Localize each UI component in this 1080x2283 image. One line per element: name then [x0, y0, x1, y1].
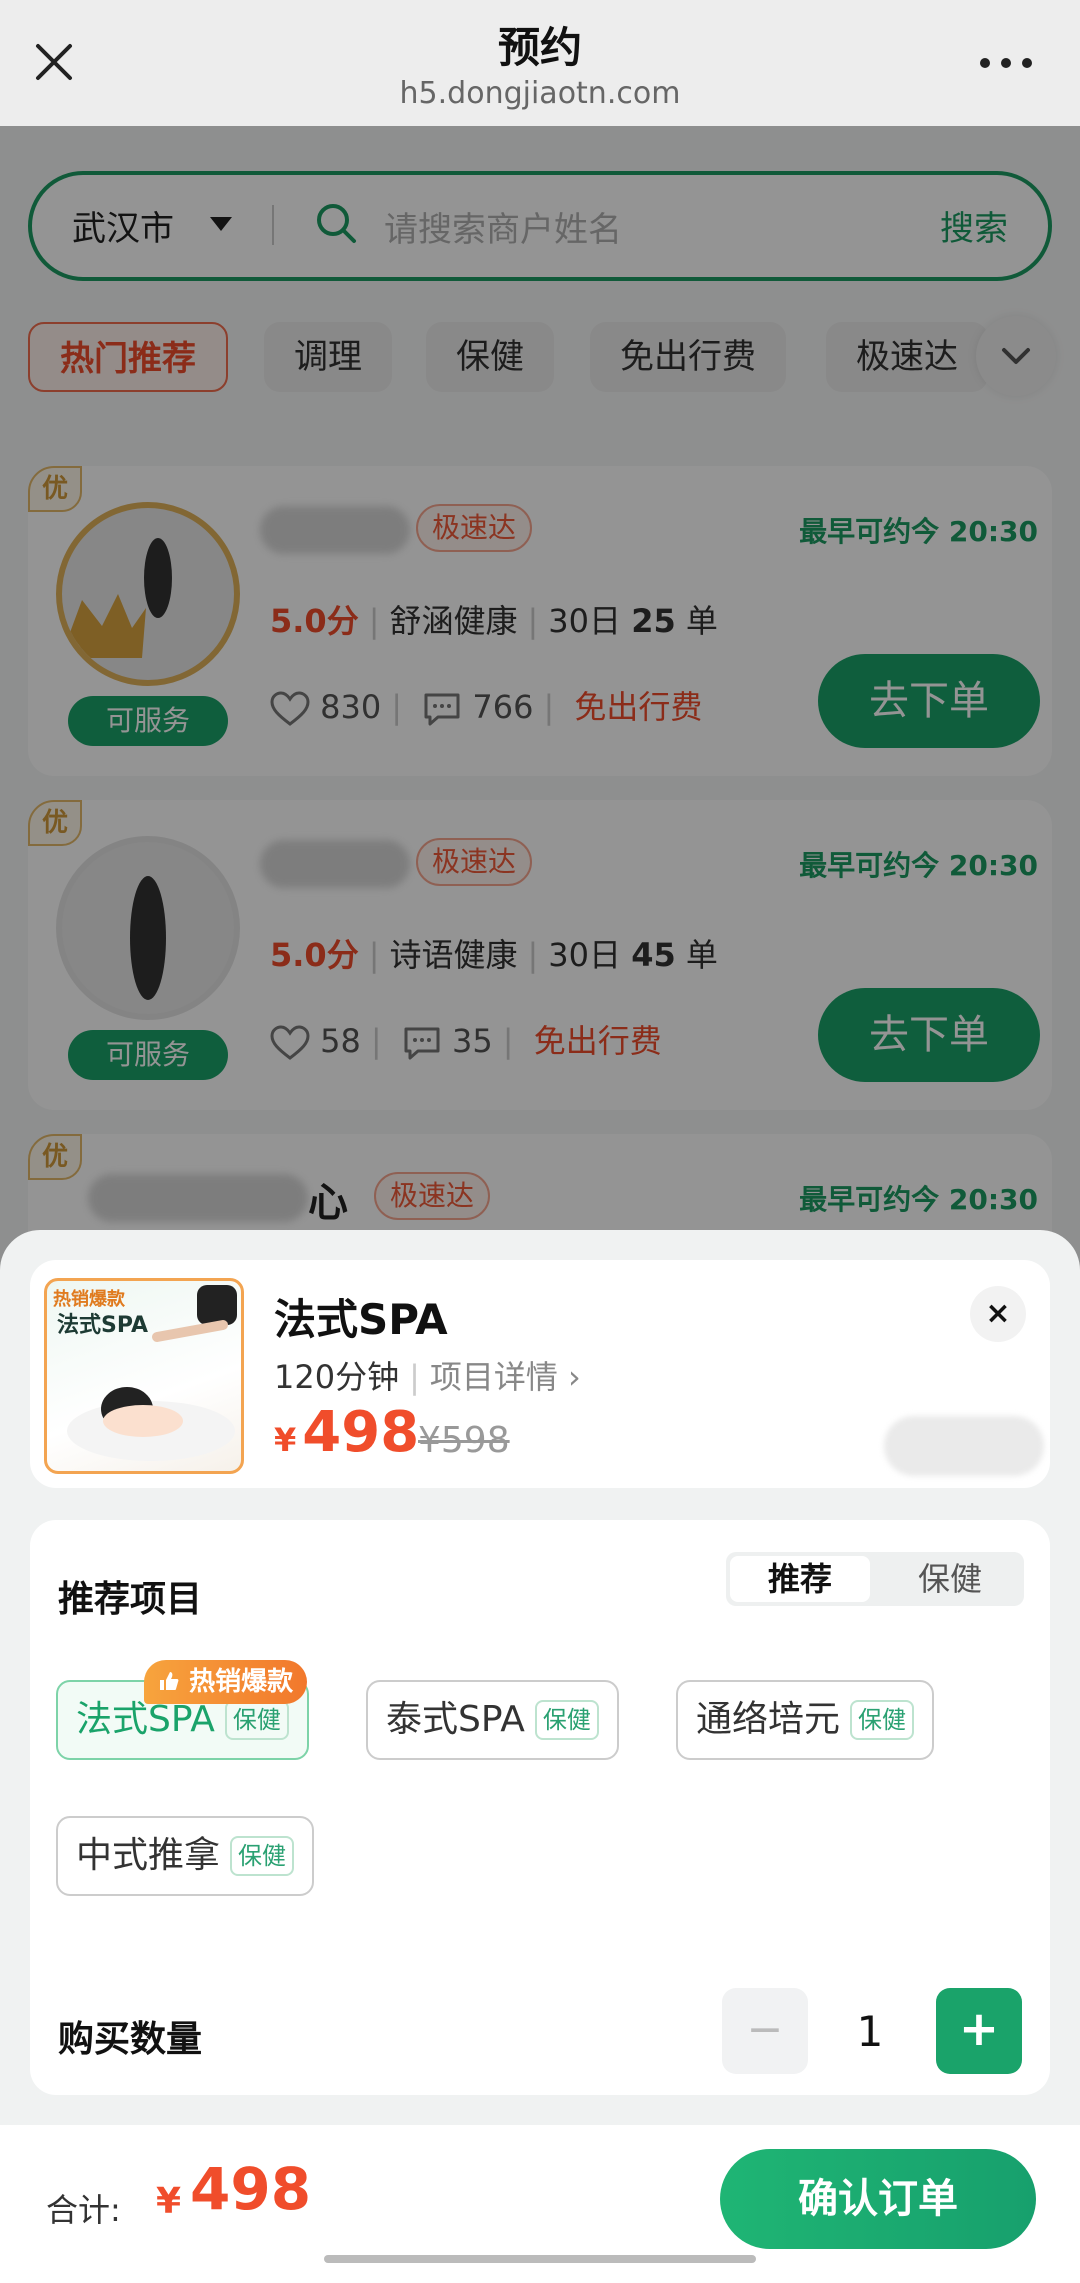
project-tag: 保健	[230, 1836, 295, 1876]
checkout-footer: 合计: ¥ 498 确认订单	[0, 2125, 1080, 2283]
project-option-tongluo[interactable]: 通络培元 保健	[676, 1680, 935, 1760]
spa-illustration	[67, 1285, 237, 1461]
project-heading: 推荐项目	[58, 1579, 203, 1620]
price-value: 498	[302, 1400, 420, 1465]
project-tag: 保健	[534, 1700, 599, 1740]
more-icon[interactable]	[978, 56, 1034, 70]
product-summary: 热销爆款 法式SPA 法式SPA 120分钟 | 项目详情 › ¥498 ¥598 …	[30, 1260, 1050, 1488]
quantity-value[interactable]: 1	[830, 1992, 910, 2072]
product-price: ¥498	[274, 1400, 419, 1465]
project-selector: 推荐项目 推荐 保健 法式SPA 保健 热销爆款 泰式SPA 保健 通络培元 保健 中…	[30, 1520, 1050, 2095]
project-name: 法式SPA	[76, 1699, 215, 1740]
close-sheet-button[interactable]: ×	[970, 1286, 1026, 1342]
project-name: 通络培元	[696, 1699, 841, 1740]
project-name: 中式推拿	[76, 1835, 221, 1876]
home-indicator[interactable]	[324, 2255, 756, 2263]
thumbs-up-icon	[160, 1672, 179, 1690]
page-url: h5.dongjiaotn.com	[399, 76, 681, 111]
top-bar: 预约 h5.dongjiaotn.com	[0, 0, 1080, 126]
order-sheet: 热销爆款 法式SPA 法式SPA 120分钟 | 项目详情 › ¥498 ¥598 …	[0, 1230, 1080, 2283]
total-amount: 498	[190, 2155, 312, 2223]
project-option-chinese-massage[interactable]: 中式推拿 保健	[56, 1816, 315, 1896]
tab-recommended[interactable]: 推荐	[730, 1556, 870, 1602]
product-image: 热销爆款 法式SPA	[44, 1278, 244, 1474]
product-duration-row: 120分钟 | 项目详情 ›	[274, 1358, 581, 1396]
project-details-link[interactable]: 项目详情 ›	[430, 1358, 581, 1396]
total-label: 合计:	[46, 2191, 121, 2229]
product-name: 法式SPA	[274, 1295, 448, 1344]
quantity-label: 购买数量	[58, 2019, 203, 2060]
merchant-thumbnail-blurred	[884, 1416, 1044, 1476]
page-title: 预约	[497, 23, 582, 72]
currency-symbol: ¥	[274, 1421, 297, 1459]
project-tag: 保健	[850, 1700, 915, 1740]
project-filter-toggle: 推荐 保健	[726, 1552, 1024, 1606]
hot-flag: 热销爆款	[144, 1660, 308, 1704]
hot-flag-label: 热销爆款	[189, 1667, 294, 1697]
project-name: 泰式SPA	[386, 1699, 525, 1740]
tab-baojian-filter[interactable]: 保健	[880, 1552, 1020, 1606]
total-currency: ¥	[156, 2181, 182, 2222]
quantity-increase-button[interactable]: +	[936, 1988, 1022, 2074]
quantity-decrease-button[interactable]: −	[722, 1988, 808, 2074]
confirm-order-button[interactable]: 确认订单	[720, 2149, 1036, 2249]
project-option-thai-spa[interactable]: 泰式SPA 保健	[366, 1680, 619, 1760]
product-duration: 120分钟	[274, 1358, 400, 1396]
original-price: ¥598	[418, 1420, 510, 1461]
project-tag: 保健	[224, 1700, 289, 1740]
